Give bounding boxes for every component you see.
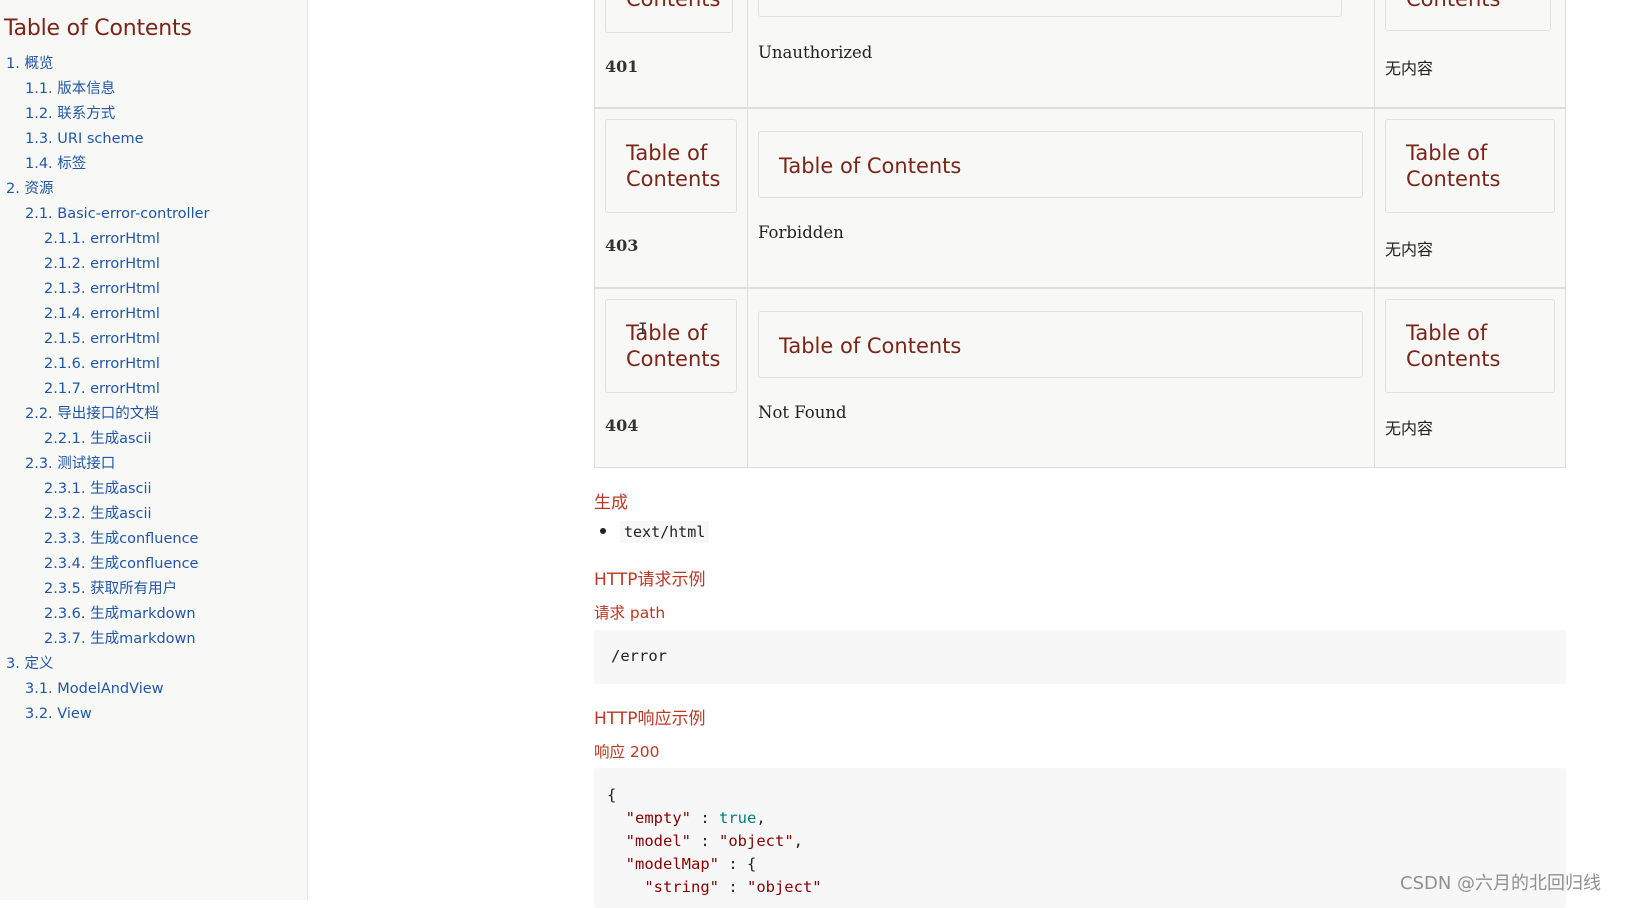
toc-item[interactable]: 2.1.2. errorHtml <box>0 252 209 277</box>
schema-value: 无内容 <box>1385 59 1434 78</box>
toc-item[interactable]: 3.2. View <box>0 702 209 727</box>
toc-box: Table of Contents <box>1385 119 1555 213</box>
toc-box: Table of Contents <box>605 299 737 393</box>
toc-item[interactable]: 2.3. 测试接口 <box>0 452 209 477</box>
toc-item[interactable]: 1.1. 版本信息 <box>0 77 209 102</box>
status-description: Not Found <box>758 403 847 422</box>
toc-sidebar: Table of Contents 1. 概览 1.1. 版本信息 1.2. 联系方… <box>0 0 308 900</box>
toc-item[interactable]: 2.3.7. 生成markdown <box>0 627 209 652</box>
toc-title: Table of Contents <box>4 16 192 41</box>
bullet-icon <box>600 527 606 534</box>
description-cell: Table of Contents Not Found <box>748 289 1375 467</box>
toc-item[interactable]: 3. 定义 <box>0 652 209 677</box>
toc-box: Table of Contents <box>605 119 737 213</box>
code-cell: Table of Contents 401 <box>595 0 748 107</box>
response-200-heading: 响应 200 <box>594 743 660 761</box>
toc-item[interactable]: 2.3.6. 生成markdown <box>0 602 209 627</box>
table-row: Table of Contents 404 Table of Contents … <box>594 288 1566 468</box>
text-cursor-icon: I <box>638 319 648 338</box>
toc-item[interactable]: 2.3.2. 生成ascii <box>0 502 209 527</box>
toc-box: Table of Contents <box>758 131 1363 198</box>
table-row: Table of Contents 403 Table of Contents … <box>594 108 1566 288</box>
toc-item[interactable]: 2.3.5. 获取所有用户 <box>0 577 209 602</box>
toc-box: Table of Contents <box>758 311 1363 378</box>
table-row: Table of Contents 401 Table of Contents … <box>594 0 1566 108</box>
toc-item[interactable]: 2.3.1. 生成ascii <box>0 477 209 502</box>
status-description: Unauthorized <box>758 43 873 62</box>
http-response-heading: HTTP响应示例 <box>594 709 706 729</box>
schema-value: 无内容 <box>1385 240 1434 259</box>
toc-item[interactable]: 2.1.3. errorHtml <box>0 277 209 302</box>
toc-item[interactable]: 1. 概览 <box>0 52 209 77</box>
list-item: text/html <box>600 521 710 543</box>
toc-item[interactable]: 2.3.3. 生成confluence <box>0 527 209 552</box>
toc-item[interactable]: 2.1.6. errorHtml <box>0 352 209 377</box>
toc-item[interactable]: 2.1. Basic-error-controller <box>0 202 209 227</box>
toc-item[interactable]: 2.1.5. errorHtml <box>0 327 209 352</box>
watermark: CSDN @六月的北回归线 <box>1400 873 1602 894</box>
toc-item[interactable]: 1.3. URI scheme <box>0 127 209 152</box>
status-code: 403 <box>605 236 639 255</box>
toc-box: Table of Contents <box>758 0 1342 17</box>
toc-item[interactable]: 1.4. 标签 <box>0 152 209 177</box>
toc-item[interactable]: 2.2.1. 生成ascii <box>0 427 209 452</box>
schema-cell: Table of Contents 无内容 <box>1375 109 1565 287</box>
request-path-block: /error <box>594 630 1566 684</box>
media-type: text/html <box>620 521 710 543</box>
code-cell: Table of Contents 403 <box>595 109 748 287</box>
toc-item[interactable]: 2. 资源 <box>0 177 209 202</box>
toc-item[interactable]: 2.2. 导出接口的文档 <box>0 402 209 427</box>
toc-item[interactable]: 2.1.4. errorHtml <box>0 302 209 327</box>
toc-list: 1. 概览 1.1. 版本信息 1.2. 联系方式 1.3. URI scheme 1.… <box>0 52 209 727</box>
http-request-heading: HTTP请求示例 <box>594 570 706 590</box>
toc-box: Table of Contents <box>1385 0 1551 31</box>
status-code: 404 <box>605 416 639 435</box>
description-cell: Table of Contents Unauthorized <box>748 0 1375 107</box>
status-code: 401 <box>605 57 639 76</box>
description-cell: Table of Contents Forbidden <box>748 109 1375 287</box>
schema-value: 无内容 <box>1385 419 1434 438</box>
produces-heading: 生成 <box>594 493 628 513</box>
toc-box: Table of Contents <box>1385 299 1555 393</box>
toc-item[interactable]: 3.1. ModelAndView <box>0 677 209 702</box>
schema-cell: Table of Contents 无内容 <box>1375 0 1565 107</box>
toc-item[interactable]: 2.1.1. errorHtml <box>0 227 209 252</box>
request-path-heading: 请求 path <box>594 604 666 622</box>
toc-box: Table of Contents <box>605 0 733 33</box>
toc-item[interactable]: 2.3.4. 生成confluence <box>0 552 209 577</box>
toc-item[interactable]: 2.1.7. errorHtml <box>0 377 209 402</box>
code-cell: Table of Contents 404 <box>595 289 748 467</box>
toc-item[interactable]: 1.2. 联系方式 <box>0 102 209 127</box>
status-description: Forbidden <box>758 223 844 242</box>
schema-cell: Table of Contents 无内容 <box>1375 289 1565 467</box>
